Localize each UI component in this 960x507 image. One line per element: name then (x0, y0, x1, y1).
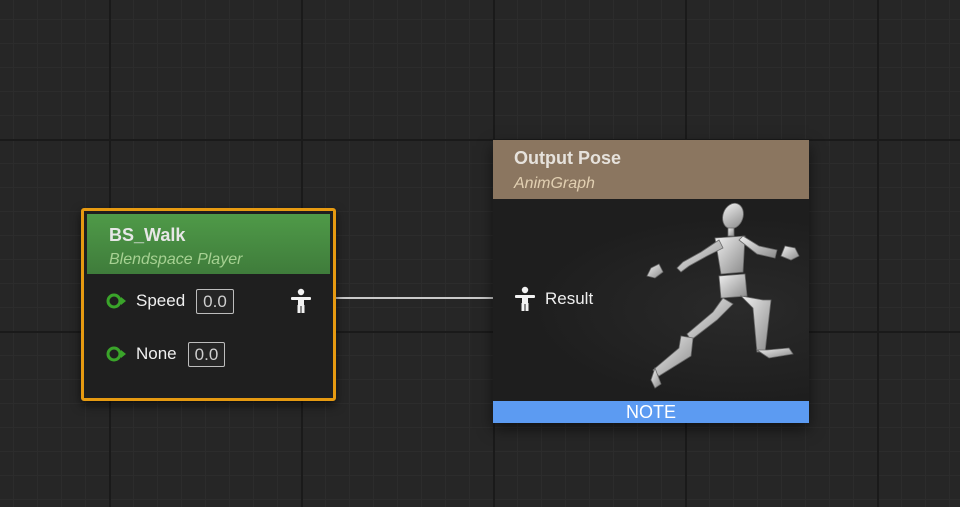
output-pose-subtitle: AnimGraph (514, 175, 595, 192)
blendspace-node-subtitle: Blendspace Player (109, 251, 243, 268)
none-circle-arrow-pin-icon[interactable] (106, 346, 126, 362)
output-pose-node[interactable]: Output Pose AnimGraph Result NOTE (493, 140, 809, 423)
blendspace-node[interactable]: BS_Walk Blendspace Player Speed 0.0 None… (81, 208, 336, 401)
speed-circle-arrow-pin-icon[interactable] (106, 293, 126, 309)
running-mannequin-icon (646, 202, 800, 389)
anim-graph-canvas[interactable]: BS_Walk Blendspace Player Speed 0.0 None… (0, 0, 960, 507)
speed-value-field[interactable]: 0.0 (196, 288, 234, 314)
output-pose-header[interactable]: Output Pose AnimGraph (493, 140, 809, 199)
speed-input-row: Speed 0.0 (106, 288, 234, 314)
output-pose-title: Output Pose (514, 148, 621, 168)
blendspace-node-header[interactable]: BS_Walk Blendspace Player (87, 214, 330, 274)
result-input-row: Result (514, 286, 604, 312)
none-value-field[interactable]: 0.0 (187, 341, 226, 367)
pose-input-pin-icon[interactable] (514, 286, 536, 312)
blendspace-node-title: BS_Walk (109, 225, 186, 245)
none-input-row: None 0.0 (106, 341, 226, 367)
result-input-label: Result (545, 289, 594, 308)
none-input-label: None (136, 344, 177, 363)
speed-input-label: Speed (136, 291, 186, 310)
note-bar[interactable]: NOTE (493, 401, 809, 423)
pose-wire[interactable] (323, 297, 495, 299)
pose-output-pin-icon[interactable] (290, 288, 312, 314)
